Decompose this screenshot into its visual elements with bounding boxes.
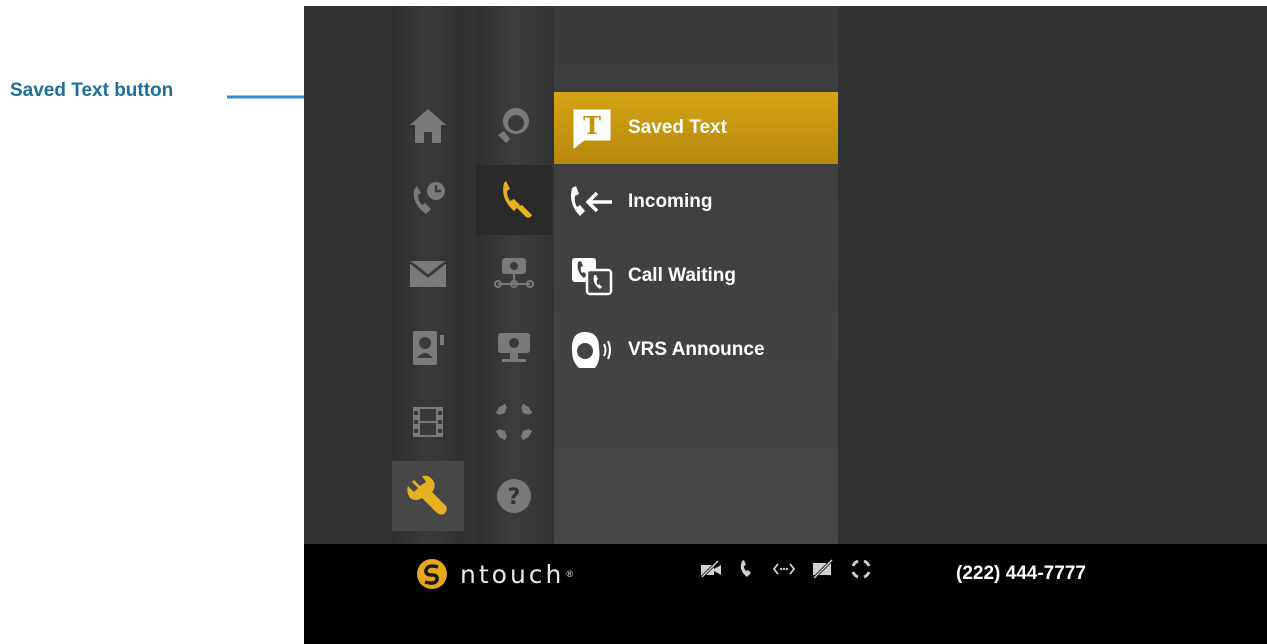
brand: ntouch ®: [416, 558, 573, 590]
settings-nav-call[interactable]: [476, 165, 552, 235]
menu-item-label: Incoming: [628, 191, 713, 212]
video-film-icon: [413, 407, 443, 437]
sorenson-logo-icon: [417, 559, 447, 589]
personal-settings-icon: [498, 108, 529, 143]
settings-nav-help[interactable]: ?: [476, 461, 552, 531]
ring-icon: [851, 559, 871, 579]
nav-home[interactable]: [392, 91, 464, 161]
incoming-call-icon: [568, 178, 616, 226]
status-icons: [700, 558, 872, 580]
home-icon: [410, 109, 446, 143]
registered-mark: ®: [566, 569, 574, 579]
mail-icon: [409, 260, 447, 287]
callout-label: Saved Text button: [10, 80, 174, 101]
vrs-announce-icon: [568, 326, 616, 374]
nav-messages[interactable]: [392, 239, 464, 309]
menu-item-label: Call Waiting: [628, 265, 737, 286]
call-waiting-icon: [568, 252, 616, 300]
main-nav: [392, 6, 464, 544]
wrench-settings-icon: [407, 475, 447, 515]
ring-flasher-icon: [495, 403, 533, 441]
menu-item-incoming[interactable]: Incoming: [554, 166, 838, 238]
nav-call-history[interactable]: [392, 165, 464, 235]
menu-item-saved-text[interactable]: T Saved Text: [554, 92, 838, 164]
menu-item-call-waiting[interactable]: Call Waiting: [554, 240, 838, 312]
nav-video[interactable]: [392, 387, 464, 457]
settings-nav-network[interactable]: [476, 239, 552, 309]
settings-nav-personal[interactable]: [476, 91, 552, 161]
help-icon: ?: [497, 479, 531, 513]
call-history-icon: [413, 182, 445, 214]
privacy-off-icon: [812, 559, 834, 579]
brand-name: ntouch: [460, 559, 565, 589]
connection-icon: [772, 563, 796, 575]
status-bar: ntouch ® (222) 444-7777: [304, 544, 1267, 644]
saved-text-icon: T: [568, 104, 616, 152]
phone-icon: [740, 560, 751, 577]
menu-item-label: VRS Announce: [628, 339, 765, 360]
call-settings-menu: T Saved Text Incoming Call Waiting VRS A…: [554, 6, 838, 544]
settings-nav-ring[interactable]: [476, 387, 552, 457]
video-off-icon: [700, 560, 721, 578]
app-screen: ? T Saved Text Incoming Call Waiting VRS…: [304, 6, 1267, 644]
svg-text:?: ?: [508, 485, 521, 510]
video-camera-icon: [498, 333, 530, 362]
menu-item-label: Saved Text: [628, 117, 727, 138]
phone-number: (222) 444-7777: [956, 563, 1086, 584]
settings-nav: ?: [476, 6, 552, 544]
menu-item-vrs-announce[interactable]: VRS Announce: [554, 314, 838, 386]
nav-settings[interactable]: [392, 461, 464, 531]
nav-contacts[interactable]: [392, 313, 464, 383]
network-icon: [494, 258, 534, 288]
call-settings-icon: [503, 181, 532, 218]
contacts-icon: [413, 331, 444, 365]
svg-text:T: T: [583, 111, 601, 140]
settings-nav-video[interactable]: [476, 313, 552, 383]
